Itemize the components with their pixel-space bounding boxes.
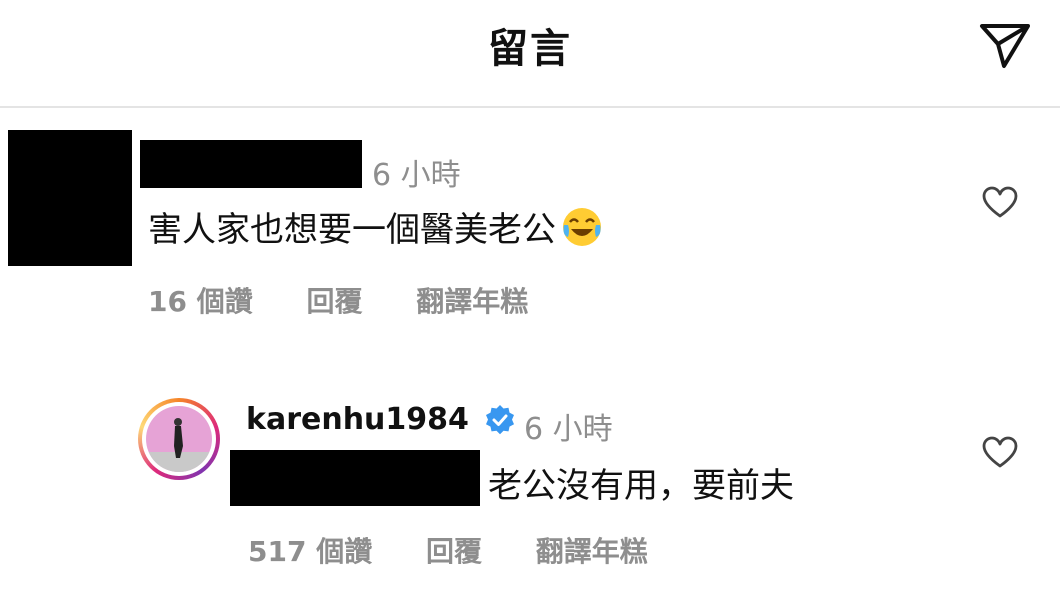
comment-text-row: 害人家也想要一個醫美老公 — [148, 202, 604, 251]
avatar-story-ring[interactable] — [138, 398, 220, 480]
likes-count[interactable]: 517 個讚 — [248, 535, 372, 568]
redacted-mention — [230, 450, 480, 506]
comment-meta: 16 個讚 回覆 翻譯年糕 — [148, 280, 528, 320]
heart-icon[interactable] — [982, 186, 1018, 218]
heart-icon[interactable] — [982, 436, 1018, 468]
translate-button[interactable]: 翻譯年糕 — [536, 535, 648, 568]
person-silhouette-icon — [146, 418, 212, 472]
page-title: 留言 — [488, 26, 572, 72]
redacted-avatar — [8, 130, 132, 266]
likes-count[interactable]: 16 個讚 — [148, 285, 253, 318]
comment-text: 害人家也想要一個醫美老公 — [148, 210, 556, 250]
username[interactable]: karenhu1984 — [246, 402, 469, 437]
joy-emoji-icon — [563, 208, 601, 246]
redacted-username — [140, 140, 362, 188]
translate-button[interactable]: 翻譯年糕 — [416, 285, 528, 318]
reply-button[interactable]: 回覆 — [306, 285, 362, 318]
comment-text: 老公沒有用，要前夫 — [488, 466, 794, 506]
comment-time: 6 小時 — [372, 158, 461, 193]
avatar — [146, 406, 212, 472]
reply-button[interactable]: 回覆 — [426, 535, 482, 568]
verified-badge-icon — [486, 405, 514, 435]
paper-plane-icon[interactable] — [978, 20, 1032, 70]
comment-meta: 517 個讚 回覆 翻譯年糕 — [248, 530, 648, 570]
header-bar: 留言 — [0, 0, 1060, 108]
comment-time: 6 小時 — [524, 412, 613, 447]
